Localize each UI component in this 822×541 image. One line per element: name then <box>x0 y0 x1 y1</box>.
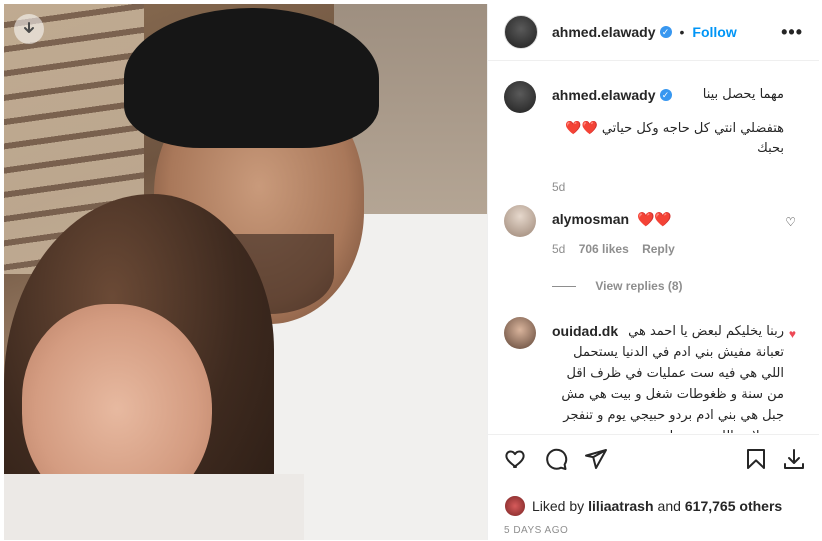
more-options-button[interactable]: ••• <box>781 22 803 43</box>
replies-rule <box>552 286 576 288</box>
post-sidebar: ahmed.elawady ✓ • Follow ••• ahmed.elawa… <box>487 4 819 540</box>
caption-line-1: مهما يحصل بينا <box>702 87 784 102</box>
pillow <box>4 474 304 540</box>
avatar[interactable] <box>504 317 536 349</box>
instagram-post-window: ahmed.elawady ✓ • Follow ••• ahmed.elawa… <box>0 0 822 540</box>
caption-line-2: هتفضلي انتي كل حاجه وكل حياتي ❤️❤️ <box>565 121 784 136</box>
comment-time[interactable]: 5d <box>552 242 565 256</box>
header-username[interactable]: ahmed.elawady <box>552 24 656 40</box>
share-icon[interactable] <box>584 447 610 473</box>
avatar[interactable] <box>504 495 526 517</box>
heart-icon[interactable] <box>504 447 530 473</box>
comments-list[interactable]: ahmed.elawady ✓ مهما يحصل بينا هتفضلي ان… <box>488 61 819 433</box>
comment-item: ouidad.dk ربنا يخليكم لبعض يا احمد هي تع… <box>504 317 804 433</box>
comment-text: ❤️❤️ <box>636 211 672 227</box>
comment-username[interactable]: ouidad.dk <box>552 321 618 342</box>
post-actions: Liked by liliaatrash and 617,765 others … <box>488 434 819 541</box>
avatar[interactable] <box>504 81 536 113</box>
view-replies-button[interactable]: View replies (8) <box>552 279 683 293</box>
post-header: ahmed.elawady ✓ • Follow ••• <box>488 4 819 61</box>
liked-by: Liked by liliaatrash and 617,765 others <box>504 495 782 517</box>
verified-badge-icon: ✓ <box>659 26 672 38</box>
comment-meta: 5d 706 likes Reply <box>552 239 784 259</box>
heart-icon[interactable]: ♥ <box>789 327 796 341</box>
liked-by-joiner: and <box>657 498 681 514</box>
caption-time[interactable]: 5d <box>552 177 784 197</box>
heart-icon[interactable]: ♡ <box>785 215 796 229</box>
comment-username[interactable]: alymosman <box>552 211 629 227</box>
follow-button[interactable]: Follow <box>692 24 736 40</box>
avatar[interactable] <box>504 205 536 237</box>
comment-likes[interactable]: 706 likes <box>579 242 629 256</box>
view-replies-label[interactable]: View replies (8) <box>595 279 682 293</box>
liked-by-user[interactable]: liliaatrash <box>588 498 653 514</box>
liked-by-others[interactable]: 617,765 others <box>685 498 782 514</box>
avatar[interactable] <box>504 15 538 49</box>
black-beanie <box>124 8 379 148</box>
bookmark-icon[interactable] <box>744 447 770 473</box>
comment-item: alymosman ❤️❤️ 5d 706 likes Reply ♡ View… <box>504 205 804 295</box>
comment-icon[interactable] <box>544 447 570 473</box>
verified-badge-icon: ✓ <box>659 89 672 101</box>
caption-line-3: بحبك <box>757 141 784 156</box>
separator: • <box>679 24 685 40</box>
liked-by-prefix: Liked by <box>532 498 585 514</box>
post-photo[interactable] <box>4 4 487 540</box>
download-icon[interactable] <box>782 447 808 473</box>
download-icon[interactable] <box>14 14 44 44</box>
post-timestamp[interactable]: 5 DAYS AGO <box>504 525 568 536</box>
caption-username[interactable]: ahmed.elawady <box>552 85 656 105</box>
caption: ahmed.elawady ✓ مهما يحصل بينا هتفضلي ان… <box>504 81 804 194</box>
reply-button[interactable]: Reply <box>642 242 675 256</box>
